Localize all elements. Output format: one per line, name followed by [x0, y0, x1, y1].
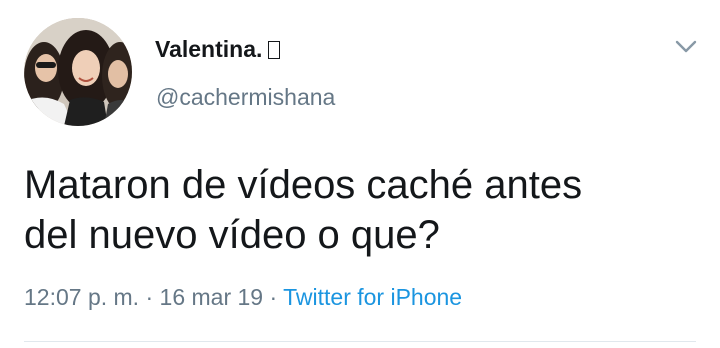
- tweet-metadata: 12:07 p. m. · 16 mar 19 · Twitter for iP…: [24, 284, 462, 311]
- username-handle[interactable]: @cachermishana: [156, 84, 335, 111]
- separator-dot: ·: [139, 284, 160, 310]
- missing-glyph-icon: [268, 41, 281, 59]
- tweet-source-link[interactable]: Twitter for iPhone: [283, 284, 462, 310]
- display-name[interactable]: Valentina.: [155, 36, 281, 63]
- tweet-text-line: Mataron de vídeos caché antes: [24, 163, 583, 207]
- divider: [24, 341, 696, 342]
- avatar-photo: [24, 18, 132, 126]
- tweet-card: Valentina. @cachermishana Mataron de víd…: [0, 0, 720, 348]
- tweet-date[interactable]: 16 mar 19: [160, 284, 264, 310]
- display-name-text: Valentina.: [155, 36, 263, 62]
- tweet-text: Mataron de vídeos caché antes del nuevo …: [24, 160, 684, 260]
- avatar[interactable]: [24, 18, 132, 126]
- tweet-text-line: del nuevo vídeo o que?: [24, 213, 440, 257]
- chevron-down-icon[interactable]: [674, 38, 698, 56]
- tweet-time[interactable]: 12:07 p. m.: [24, 284, 139, 310]
- separator-dot: ·: [263, 284, 284, 310]
